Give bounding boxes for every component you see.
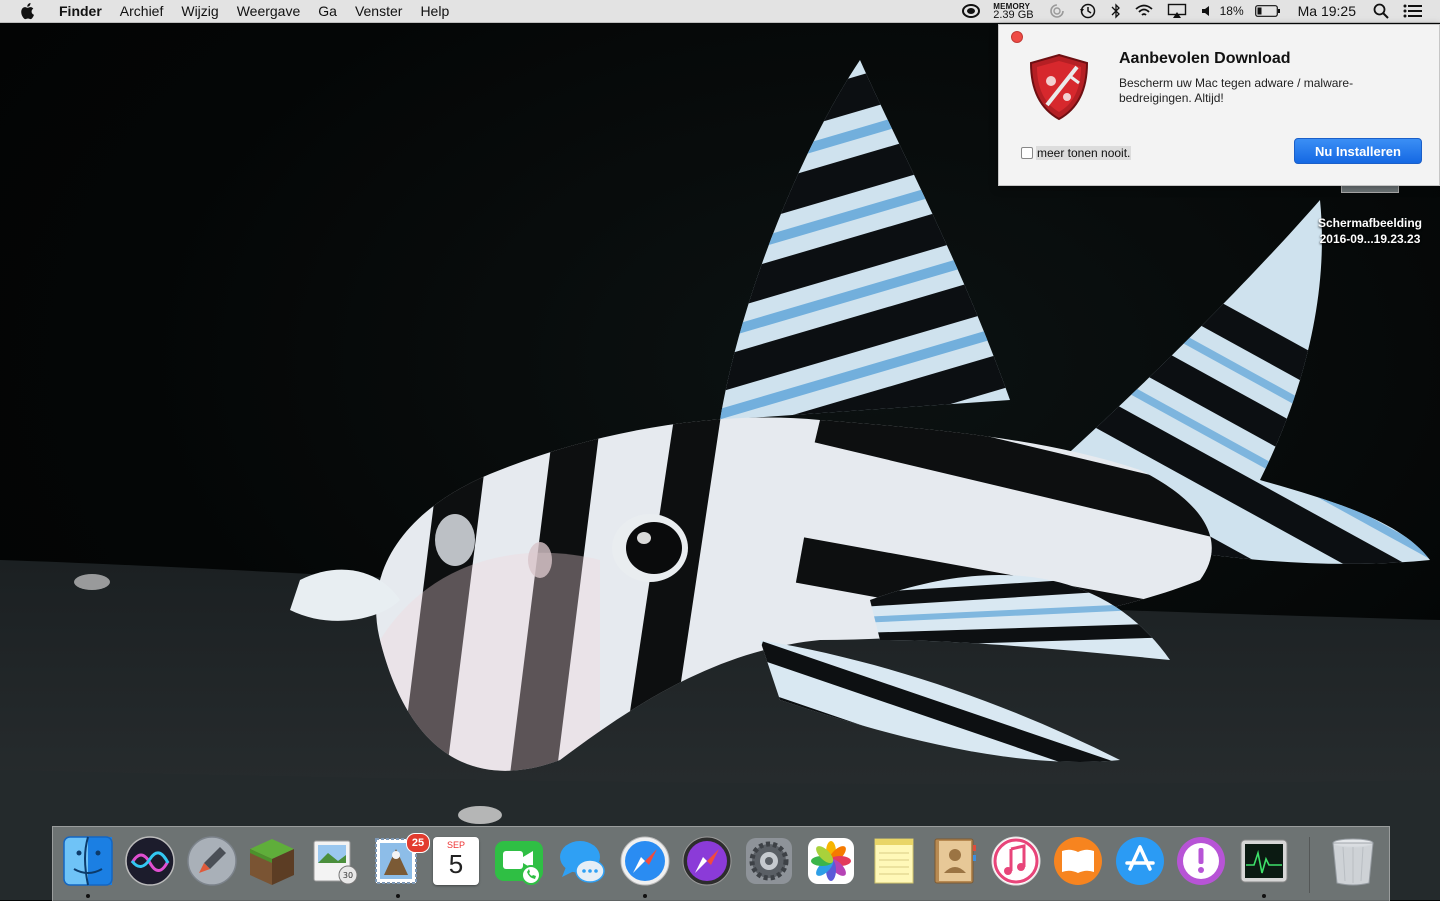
calendar-day: 5 xyxy=(448,849,464,879)
ibooks-icon[interactable] xyxy=(1052,835,1104,887)
system-preferences-icon[interactable] xyxy=(743,835,795,887)
finder-running-dot xyxy=(86,894,90,898)
mail-unread-badge: 25 xyxy=(406,833,430,853)
menu-weergave[interactable]: Weergave xyxy=(228,0,310,22)
spotlight-search-icon[interactable] xyxy=(1373,3,1389,19)
photos-icon[interactable] xyxy=(805,835,857,887)
popup-close-button[interactable] xyxy=(1011,31,1023,43)
checkbox-label[interactable]: meer tonen nooit. xyxy=(1036,146,1132,160)
dock: 30 25 SEP 5 xyxy=(52,826,1390,901)
file-name-line1: Schermafbeelding xyxy=(1317,216,1423,230)
bluetooth-icon[interactable] xyxy=(1111,3,1121,19)
mail-running-dot xyxy=(396,894,400,898)
menu-ga[interactable]: Ga xyxy=(309,0,346,22)
safari-technology-preview-icon[interactable] xyxy=(681,835,733,887)
volume-icon[interactable] xyxy=(1201,4,1213,18)
launchpad-icon[interactable] xyxy=(186,835,238,887)
calendar-icon[interactable]: SEP 5 xyxy=(433,837,479,885)
messages-icon[interactable] xyxy=(556,835,608,887)
itunes-icon[interactable] xyxy=(990,835,1042,887)
dont-show-again-checkbox[interactable]: meer tonen nooit. xyxy=(1021,146,1132,160)
minecraft-icon[interactable] xyxy=(246,835,298,887)
dock-separator xyxy=(1309,837,1310,893)
memory-value: 2.39 GB xyxy=(993,9,1034,21)
install-now-button[interactable]: Nu Installeren xyxy=(1294,138,1422,164)
preview-icon[interactable]: 30 xyxy=(308,835,360,887)
sync-icon[interactable] xyxy=(1049,3,1065,19)
popup-title: Aanbevolen Download xyxy=(1119,50,1291,67)
feedback-assistant-icon[interactable] xyxy=(1175,835,1227,887)
menu-bar: Finder Archief Wijzig Weergave Ga Venste… xyxy=(0,0,1440,23)
finder-icon[interactable] xyxy=(62,835,114,887)
menu-finder[interactable]: Finder xyxy=(50,0,111,22)
app-store-icon[interactable] xyxy=(1114,835,1166,887)
contacts-icon[interactable] xyxy=(929,835,981,887)
recommended-download-popup: Aanbevolen Download Bescherm uw Mac tege… xyxy=(998,24,1440,186)
wifi-icon[interactable] xyxy=(1135,4,1153,18)
notes-icon[interactable] xyxy=(867,835,919,887)
safari-running-dot xyxy=(643,894,647,898)
memory-status[interactable]: MEMORY 2.39 GB xyxy=(993,2,1034,21)
airplay-icon[interactable] xyxy=(1167,3,1187,19)
trash-icon[interactable] xyxy=(1327,835,1379,887)
menu-help[interactable]: Help xyxy=(411,0,458,22)
menu-wijzig[interactable]: Wijzig xyxy=(172,0,227,22)
menu-venster[interactable]: Venster xyxy=(346,0,411,22)
file-name: Schermafbeelding 2016-09...19.23.23 xyxy=(1300,215,1440,247)
siri-icon[interactable] xyxy=(124,835,176,887)
svg-text:30: 30 xyxy=(343,871,353,880)
popup-message: Bescherm uw Mac tegen adware / malware-b… xyxy=(1119,76,1354,105)
file-name-line2: 2016-09...19.23.23 xyxy=(1319,232,1421,246)
notification-center-icon[interactable] xyxy=(1403,4,1423,18)
shield-logo-icon xyxy=(1029,53,1089,121)
memory-cleaner-icon[interactable] xyxy=(962,4,981,18)
apple-menu-icon[interactable] xyxy=(20,2,36,20)
activity-monitor-icon[interactable] xyxy=(1238,835,1290,887)
menu-clock[interactable]: Ma 19:25 xyxy=(1298,3,1356,19)
time-machine-icon[interactable] xyxy=(1079,3,1097,19)
battery-icon[interactable] xyxy=(1254,5,1281,17)
battery-percent[interactable]: 18% xyxy=(1220,4,1244,18)
safari-icon[interactable] xyxy=(619,835,671,887)
facetime-icon[interactable] xyxy=(493,835,545,887)
activity-monitor-running-dot xyxy=(1262,894,1266,898)
checkbox-box[interactable] xyxy=(1021,147,1033,159)
menu-archief[interactable]: Archief xyxy=(111,0,173,22)
